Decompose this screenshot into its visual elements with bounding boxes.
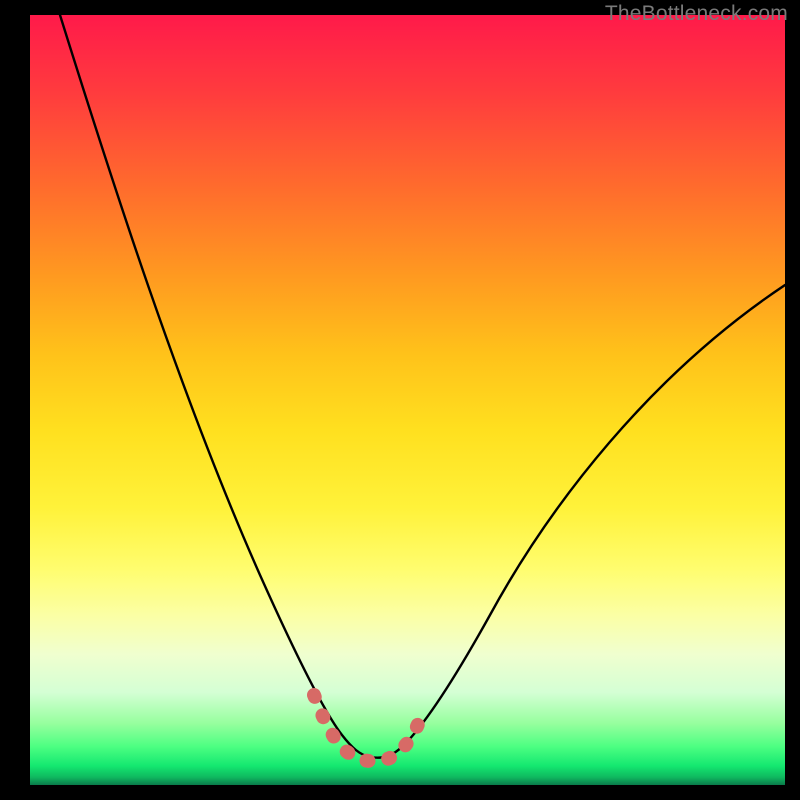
plot-area bbox=[30, 15, 785, 785]
bottleneck-curve-svg bbox=[30, 15, 785, 785]
stage: TheBottleneck.com bbox=[0, 0, 800, 800]
bottleneck-curve bbox=[60, 15, 785, 758]
optimal-zone-marker bbox=[314, 695, 422, 761]
watermark-text: TheBottleneck.com bbox=[605, 2, 788, 26]
